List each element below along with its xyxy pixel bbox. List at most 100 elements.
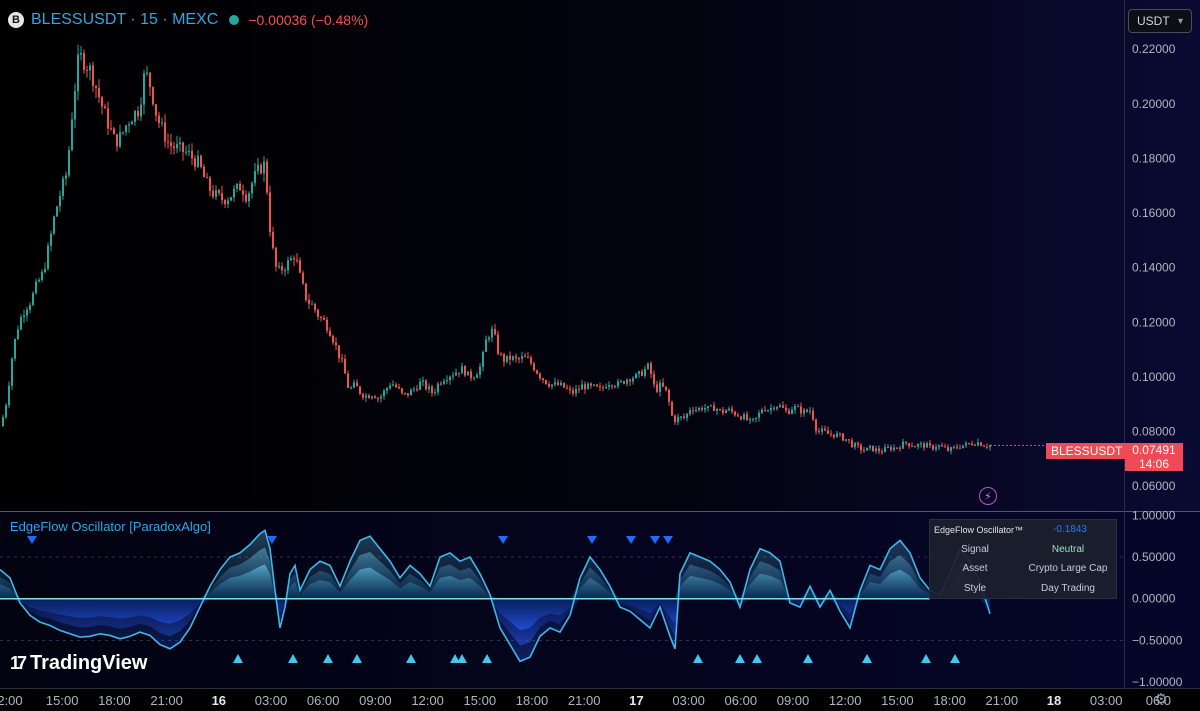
candle-body xyxy=(107,108,109,129)
candle-body xyxy=(38,279,40,282)
candle-body xyxy=(59,196,61,207)
price-axis-label: 0.16000 xyxy=(1132,206,1176,220)
candle-body xyxy=(719,408,721,410)
candle-body xyxy=(590,383,592,386)
candle-body xyxy=(200,155,202,167)
candle-body xyxy=(446,380,448,382)
candle-body xyxy=(755,417,757,419)
candle-body xyxy=(578,389,580,391)
candle-body xyxy=(839,433,841,435)
candle-body xyxy=(113,128,115,135)
time-axis-label: 03:00 xyxy=(1090,693,1123,708)
gear-icon[interactable]: ⚙ xyxy=(1152,690,1170,708)
price-axis-label: 0.14000 xyxy=(1132,261,1176,275)
candle-body xyxy=(443,381,445,384)
candle-body xyxy=(83,52,85,70)
tradingview-mark-icon: 17 xyxy=(10,653,27,673)
candle-body xyxy=(818,431,820,433)
price-change: −0.00036 (−0.48%) xyxy=(248,12,369,28)
candle-body xyxy=(365,395,367,398)
candle-body xyxy=(725,410,727,414)
oscillator-axis-label: −0.50000 xyxy=(1132,633,1183,647)
candle-body xyxy=(206,177,208,179)
candle-body xyxy=(497,334,499,354)
candle-body xyxy=(677,416,679,423)
symbol-header[interactable]: B BLESSUSDT · 15 · MEXC −0.00036 (−0.48%… xyxy=(8,8,368,32)
candle-body xyxy=(449,376,451,381)
tradingview-logo[interactable]: 17 TradingView xyxy=(10,652,147,675)
candle-body xyxy=(167,141,169,143)
candle-body xyxy=(140,104,142,117)
candle-body xyxy=(149,72,151,88)
price-axis-label: 0.08000 xyxy=(1132,425,1176,439)
candle-body xyxy=(143,73,145,105)
oscillator-axis-label: 1.00000 xyxy=(1132,508,1176,522)
candle-body xyxy=(959,447,961,449)
candle-body xyxy=(845,439,847,441)
candle-body xyxy=(62,178,64,197)
candle-body xyxy=(938,445,940,448)
candle-body xyxy=(671,401,673,416)
candle-body xyxy=(524,356,526,358)
candle-body xyxy=(386,388,388,391)
candle-body xyxy=(701,407,703,410)
candle-body xyxy=(302,272,304,284)
candle-body xyxy=(662,382,664,387)
candle-body xyxy=(119,132,121,147)
price-axis-label: 0.10000 xyxy=(1132,370,1176,384)
currency-selector[interactable]: USDT ▾ xyxy=(1128,9,1192,33)
lightning-icon[interactable]: ⚡ xyxy=(979,487,997,505)
info-key: Style xyxy=(963,582,987,594)
candle-body xyxy=(2,417,4,427)
candle-body xyxy=(308,299,310,304)
candle-body xyxy=(932,445,934,450)
candle-body xyxy=(293,258,295,260)
time-axis-label: 18:00 xyxy=(516,693,549,708)
symbol-title[interactable]: BLESSUSDT · 15 · MEXC xyxy=(31,11,218,29)
candle-body xyxy=(56,206,58,217)
candle-body xyxy=(566,387,568,389)
candle-body xyxy=(815,419,817,432)
oscillator-title[interactable]: EdgeFlow Oscillator [ParadoxAlgo] xyxy=(10,519,211,534)
candle-body xyxy=(644,368,646,376)
candle-body xyxy=(296,259,298,261)
candle-body xyxy=(272,231,274,248)
candle-body xyxy=(953,446,955,448)
info-row-signal: Signal Neutral xyxy=(930,540,1116,560)
price-axis[interactable]: 0.22000 0.20000 0.18000 0.16000 0.14000 0.120… xyxy=(1132,42,1176,493)
candle-body xyxy=(752,418,754,420)
candle-body xyxy=(146,72,148,74)
candle-body xyxy=(659,382,661,392)
candle-body xyxy=(134,110,136,122)
time-axis-label: 03:00 xyxy=(255,693,288,708)
time-axis-label: 21:00 xyxy=(150,693,183,708)
candle-body xyxy=(893,447,895,451)
candle-body xyxy=(968,443,970,445)
candle-body xyxy=(368,395,370,399)
candle-body xyxy=(338,345,340,358)
candle-body xyxy=(554,382,556,385)
candle-body xyxy=(104,106,106,109)
candle-body xyxy=(41,271,43,280)
candle-body xyxy=(869,445,871,448)
candle-body xyxy=(821,428,823,432)
candle-body xyxy=(257,164,259,172)
candle-body xyxy=(779,405,781,407)
candle-body xyxy=(902,441,904,449)
time-axis[interactable]: 2:00 15:00 18:00 21:00 16 03:00 06:00 09:00 12:0… xyxy=(0,693,1171,708)
candle-body xyxy=(287,260,289,271)
chart-area[interactable]: 0.22000 0.20000 0.18000 0.16000 0.14000 0.120… xyxy=(0,0,1200,711)
candle-body xyxy=(614,386,616,388)
candle-body xyxy=(632,378,634,382)
candle-body xyxy=(551,384,553,387)
info-key: Signal xyxy=(961,543,989,555)
candle-body xyxy=(392,384,394,386)
candle-body xyxy=(842,433,844,441)
candle-body xyxy=(101,97,103,107)
candle-body xyxy=(53,216,55,234)
candle-body xyxy=(74,91,76,120)
candle-body xyxy=(875,448,877,452)
candle-body xyxy=(242,190,244,195)
price-axis-label: 0.18000 xyxy=(1132,151,1176,165)
candle-body xyxy=(473,377,475,379)
